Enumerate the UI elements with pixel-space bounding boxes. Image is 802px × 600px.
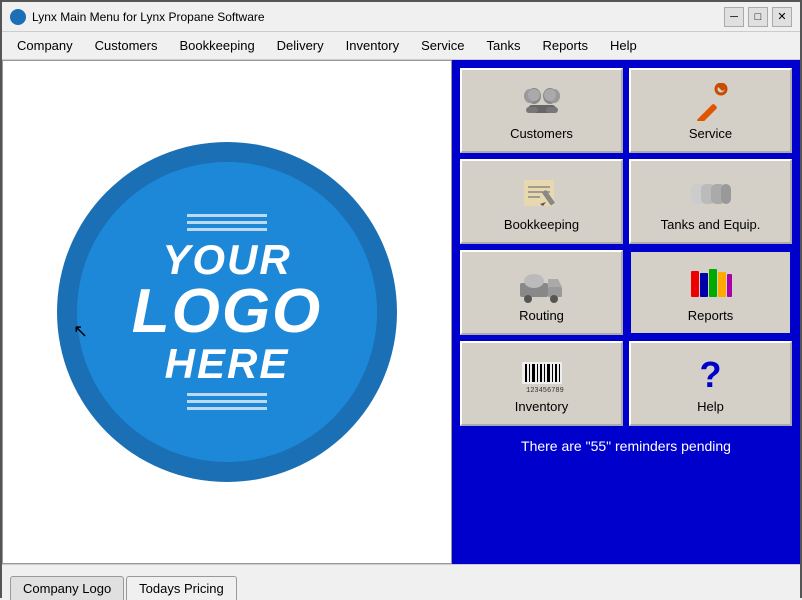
icon-grid: Customers Service [460, 68, 792, 426]
reports-label: Reports [688, 308, 734, 323]
right-panel: Customers Service [452, 60, 800, 564]
help-label: Help [697, 399, 724, 414]
logo-lines-bottom [187, 393, 267, 410]
logo-lines-top [187, 214, 267, 231]
tanks-icon [687, 173, 735, 213]
routing-label: Routing [519, 308, 564, 323]
service-icon [687, 82, 735, 122]
bottom-bar: Company Logo Todays Pricing [2, 564, 800, 600]
service-button[interactable]: Service [629, 68, 792, 153]
bookkeeping-button[interactable]: Bookkeeping [460, 159, 623, 244]
company-logo-tab[interactable]: Company Logo [10, 576, 124, 600]
customers-label: Customers [510, 126, 573, 141]
logo-text-here: HERE [165, 343, 290, 385]
logo-panel: YOUR LOGO HERE ↖ [2, 60, 452, 564]
menu-customers[interactable]: Customers [84, 33, 169, 58]
bookkeeping-label: Bookkeeping [504, 217, 579, 232]
routing-icon [518, 264, 566, 304]
menu-inventory[interactable]: Inventory [335, 33, 410, 58]
tanks-button[interactable]: Tanks and Equip. [629, 159, 792, 244]
help-button[interactable]: ? Help [629, 341, 792, 426]
tanks-label: Tanks and Equip. [661, 217, 761, 232]
menu-reports[interactable]: Reports [531, 33, 599, 58]
help-icon: ? [687, 355, 735, 395]
menu-tanks[interactable]: Tanks [475, 33, 531, 58]
inventory-icon: 123456789 [518, 355, 566, 395]
menu-delivery[interactable]: Delivery [266, 33, 335, 58]
inventory-label: Inventory [515, 399, 568, 414]
service-label: Service [689, 126, 732, 141]
close-button[interactable]: ✕ [772, 7, 792, 27]
menu-help[interactable]: Help [599, 33, 648, 58]
menu-company[interactable]: Company [6, 33, 84, 58]
app-icon [10, 9, 26, 25]
customers-button[interactable]: Customers [460, 68, 623, 153]
todays-pricing-tab[interactable]: Todays Pricing [126, 576, 237, 600]
minimize-button[interactable]: ─ [724, 7, 744, 27]
logo-text-your: YOUR [162, 239, 291, 281]
reminders-text: There are "55" reminders pending [460, 432, 792, 460]
logo-text-logo: LOGO [132, 281, 323, 343]
main-content: YOUR LOGO HERE ↖ [2, 60, 800, 564]
customers-icon [518, 82, 566, 122]
menu-service[interactable]: Service [410, 33, 475, 58]
reports-button[interactable]: Reports [629, 250, 792, 335]
menu-bar: Company Customers Bookkeeping Delivery I… [2, 32, 800, 60]
inventory-button[interactable]: 123456789 Inventory [460, 341, 623, 426]
maximize-button[interactable]: □ [748, 7, 768, 27]
logo-outer-circle: YOUR LOGO HERE [57, 142, 397, 482]
menu-bookkeeping[interactable]: Bookkeeping [169, 33, 266, 58]
bookkeeping-icon [518, 173, 566, 213]
logo-inner-circle: YOUR LOGO HERE [77, 162, 377, 462]
routing-button[interactable]: Routing [460, 250, 623, 335]
reports-icon [687, 264, 735, 304]
svg-text:123456789: 123456789 [526, 387, 564, 394]
window-title: Lynx Main Menu for Lynx Propane Software [32, 10, 724, 24]
title-bar: Lynx Main Menu for Lynx Propane Software… [2, 2, 800, 32]
window-controls: ─ □ ✕ [724, 7, 792, 27]
